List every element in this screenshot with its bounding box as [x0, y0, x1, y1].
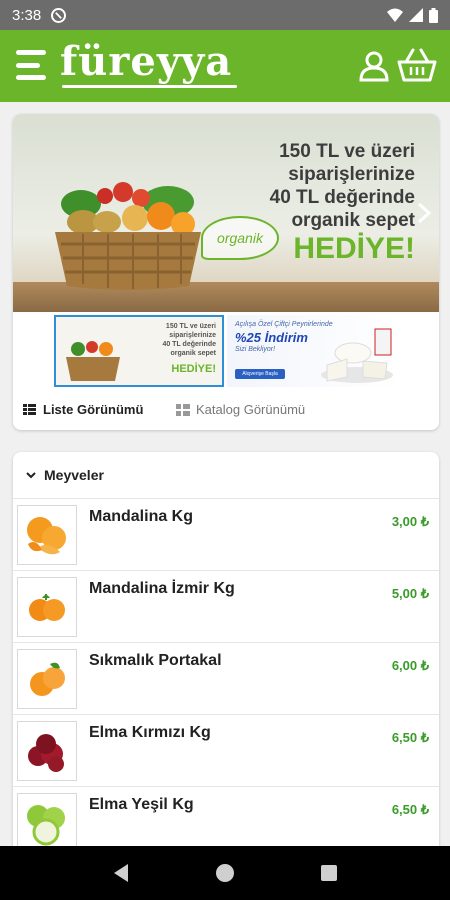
banner-line: 40 TL değerinde — [269, 187, 415, 208]
list-view-icon — [23, 403, 36, 416]
product-row[interactable]: Mandalina İzmir Kg 5,00 ₺ — [13, 571, 439, 643]
chevron-down-icon — [26, 472, 36, 479]
product-image — [17, 649, 77, 709]
thumb2-shop-button: Alışverişe Başla — [235, 369, 285, 379]
product-row[interactable]: Elma Kırmızı Kg 6,50 ₺ — [13, 715, 439, 787]
mandarin-image — [27, 517, 66, 555]
red-apple-image — [28, 734, 64, 772]
thumb-line: siparişlerinize — [169, 332, 216, 339]
recents-icon[interactable] — [320, 864, 338, 882]
orange-image — [30, 662, 65, 696]
system-nav-bar — [0, 846, 450, 900]
home-icon[interactable] — [215, 863, 235, 883]
product-image — [17, 721, 77, 781]
brand-logo: füreyya — [60, 38, 233, 85]
product-image — [17, 505, 77, 565]
chevron-right-icon[interactable] — [415, 202, 433, 224]
catalog-view-label: Katalog Görünümü — [196, 402, 306, 417]
basket-icon[interactable] — [397, 48, 437, 82]
cheese-image — [321, 328, 393, 383]
banner-line: 150 TL ve üzeri — [279, 141, 415, 162]
banner-line: organik sepet — [291, 210, 415, 231]
thumb2-discount: %25 İndirim — [235, 330, 308, 345]
status-time: 3:38 — [12, 6, 42, 24]
product-price: 6,50 ₺ — [391, 802, 429, 817]
logo-underline — [62, 85, 237, 88]
thumb2-line3: Sizi Bekliyor! — [235, 346, 276, 353]
menu-icon[interactable] — [16, 50, 48, 80]
product-image — [17, 577, 77, 637]
thumb-highlight: HEDİYE! — [171, 363, 216, 375]
banner-line: siparişlerinize — [288, 164, 415, 185]
promo-carousel-card: organik 150 TL ve üzeri siparişlerinize … — [13, 114, 439, 430]
product-name: Elma Kırmızı Kg — [89, 724, 211, 741]
battery-icon — [429, 7, 438, 23]
app-bar: füreyya — [0, 30, 450, 102]
banner-highlight: HEDİYE! — [293, 232, 415, 265]
product-name: Mandalina Kg — [89, 508, 194, 525]
mandarin-izmir-image — [29, 594, 65, 621]
category-title: Meyveler — [44, 467, 104, 483]
product-row[interactable]: Mandalina Kg 3,00 ₺ — [13, 499, 439, 571]
notification-icon — [51, 7, 67, 23]
list-view-label: Liste Görünümü — [43, 402, 144, 417]
status-bar: 3:38 — [0, 0, 450, 30]
thumb-line: 40 TL değerinde — [162, 341, 216, 348]
product-name: Elma Yeşil Kg — [89, 796, 194, 813]
green-apple-image — [27, 805, 65, 846]
category-header[interactable]: Meyveler — [13, 452, 439, 499]
user-icon[interactable] — [358, 50, 390, 82]
carousel-thumbnail-cheese[interactable]: Açılışa Özel Çiftçi Peynirlerinde %25 İn… — [227, 315, 399, 387]
carousel-thumbnail-organic[interactable]: 150 TL ve üzeri siparişlerinize 40 TL de… — [54, 315, 224, 387]
product-name: Mandalina İzmir Kg — [89, 580, 235, 597]
basket-thumb-image — [66, 341, 120, 381]
thumb-line: organik sepet — [170, 350, 216, 357]
product-row[interactable]: Sıkmalık Portakal 6,00 ₺ — [13, 643, 439, 715]
list-view-toggle[interactable]: Liste Görünümü — [23, 402, 143, 417]
product-image — [17, 793, 77, 853]
signal-icon — [409, 8, 423, 22]
vegetable-basket-image — [55, 182, 201, 290]
promo-banner[interactable]: organik 150 TL ve üzeri siparişlerinize … — [13, 114, 439, 312]
product-list-card: Meyveler Mandalina Kg 3,00 ₺ Mandalina İ… — [13, 452, 439, 872]
back-icon[interactable] — [112, 863, 130, 883]
thumb-line: 150 TL ve üzeri — [165, 323, 216, 330]
wifi-icon — [387, 8, 403, 22]
organic-badge: organik — [201, 216, 279, 260]
product-price: 6,50 ₺ — [391, 730, 429, 745]
grid-view-icon — [176, 403, 190, 416]
catalog-view-toggle[interactable]: Katalog Görünümü — [176, 402, 305, 417]
product-name: Sıkmalık Portakal — [89, 652, 222, 669]
product-price: 3,00 ₺ — [391, 514, 429, 529]
status-icons — [387, 7, 438, 23]
banner-text: 150 TL ve üzeri siparişlerinize 40 TL de… — [270, 140, 415, 232]
thumb-text: 150 TL ve üzeri siparişlerinize 40 TL de… — [162, 322, 216, 358]
product-price: 6,00 ₺ — [391, 658, 429, 673]
product-price: 5,00 ₺ — [391, 586, 429, 601]
